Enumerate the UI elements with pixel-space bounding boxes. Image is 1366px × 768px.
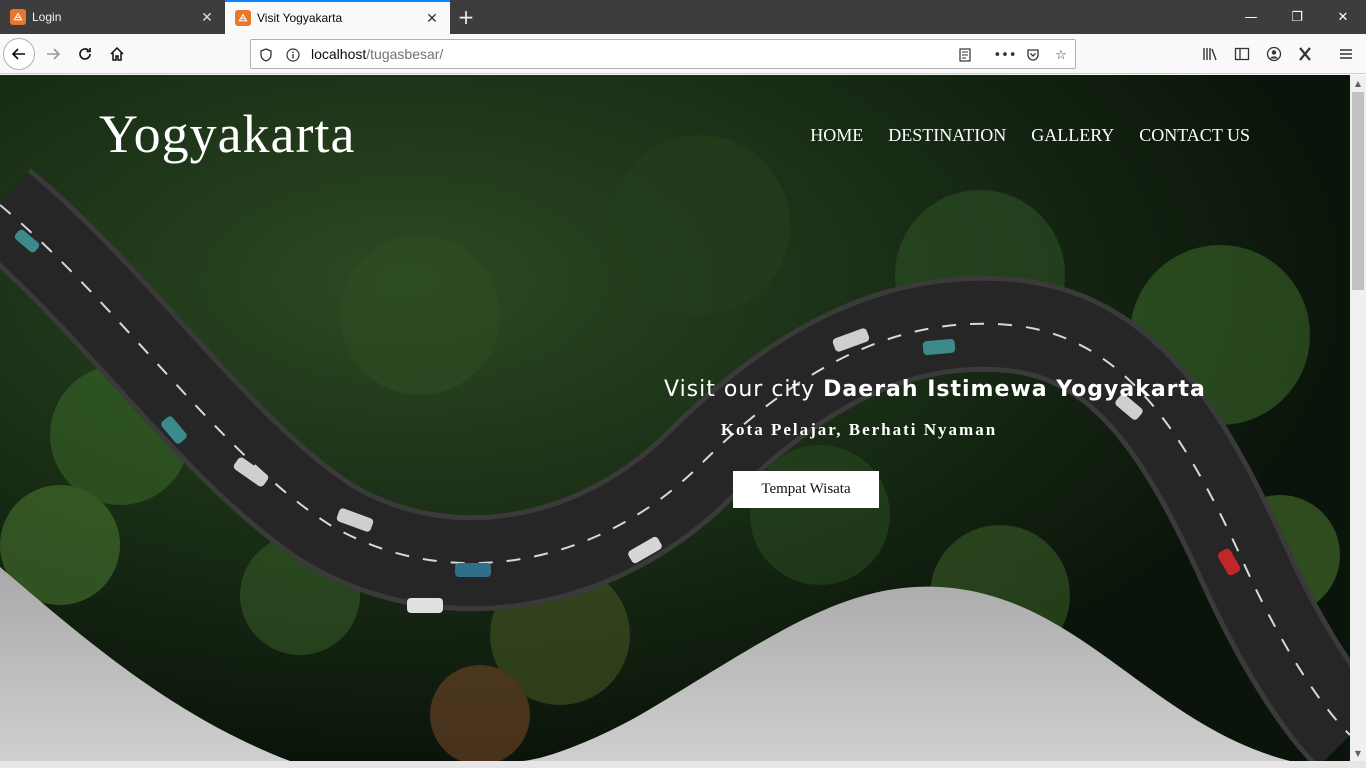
hero-heading-bold: Daerah Istimewa Yogyakarta <box>823 377 1206 402</box>
xampp-icon: ⨺ <box>10 9 26 25</box>
nav-contact-link[interactable]: CONTACT US <box>1139 125 1250 146</box>
close-window-button[interactable]: ✕ <box>1320 0 1366 34</box>
home-button[interactable] <box>101 38 133 70</box>
url-path: /tugasbesar/ <box>366 46 444 62</box>
hero-subheading: Kota Pelajar, Berhati Nyaman <box>720 420 998 439</box>
navigation-toolbar: localhost/tugasbesar/ ••• ☆ <box>0 34 1366 74</box>
window-bottom-edge <box>0 761 1366 768</box>
home-icon <box>110 46 124 61</box>
new-tab-button[interactable]: + <box>454 5 478 29</box>
restore-button[interactable]: ❐ <box>1274 0 1320 34</box>
sidebar-icon[interactable] <box>1230 42 1254 66</box>
info-icon[interactable] <box>283 45 303 65</box>
page-viewport: Yogyakarta HOME DESTINATION GALLERY CONT… <box>0 75 1350 761</box>
nav-destination-link[interactable]: DESTINATION <box>888 125 1006 146</box>
tab-title: Visit Yogyakarta <box>257 11 343 25</box>
back-button[interactable] <box>3 38 35 70</box>
library-icon[interactable] <box>1198 42 1222 66</box>
extension-x-icon[interactable] <box>1293 42 1317 66</box>
url-host: localhost <box>311 46 367 62</box>
menu-icon[interactable] <box>1334 42 1358 66</box>
pocket-icon[interactable] <box>1023 45 1043 65</box>
tab-strip: ⨺ Login ✕ ⨺ Visit Yogyakarta ✕ + — ❐ ✕ <box>0 0 1366 34</box>
minimize-button[interactable]: — <box>1228 0 1274 34</box>
reader-view-icon[interactable] <box>955 45 975 65</box>
shield-icon[interactable] <box>256 45 276 65</box>
site-nav: HOME DESTINATION GALLERY CONTACT US <box>810 125 1250 146</box>
hero-heading: Visit our city Daerah Istimewa Yogyakart… <box>664 377 1205 402</box>
page-scrollbar[interactable]: ▲ ▼ <box>1350 75 1366 761</box>
hero-heading-prefix: Visit our city <box>664 377 824 402</box>
forward-button[interactable] <box>37 38 69 70</box>
reload-button[interactable] <box>69 38 101 70</box>
tempat-wisata-button[interactable]: Tempat Wisata <box>733 471 879 508</box>
nav-gallery-link[interactable]: GALLERY <box>1031 125 1114 146</box>
account-icon[interactable] <box>1262 42 1286 66</box>
scrollbar-thumb[interactable] <box>1352 92 1364 290</box>
page-actions-icon[interactable]: ••• <box>994 45 1017 65</box>
scroll-down-icon[interactable]: ▼ <box>1350 745 1366 761</box>
tab-visit-yogyakarta[interactable]: ⨺ Visit Yogyakarta ✕ <box>225 0 450 34</box>
bookmark-star-icon[interactable]: ☆ <box>1051 45 1071 65</box>
nav-home-link[interactable]: HOME <box>810 125 863 146</box>
url-bar[interactable]: localhost/tugasbesar/ ••• ☆ <box>250 39 1076 69</box>
back-arrow-icon <box>11 48 25 60</box>
scroll-up-icon[interactable]: ▲ <box>1350 75 1366 91</box>
reload-icon <box>79 48 91 60</box>
close-tab-icon[interactable]: ✕ <box>424 10 440 26</box>
tab-login[interactable]: ⨺ Login ✕ <box>0 0 225 34</box>
hero-background-image <box>0 75 1350 761</box>
xampp-icon: ⨺ <box>235 10 251 26</box>
tab-title: Login <box>32 10 62 24</box>
close-tab-icon[interactable]: ✕ <box>199 9 215 25</box>
site-logo[interactable]: Yogyakarta <box>99 103 355 165</box>
url-text: localhost/tugasbesar/ <box>311 46 443 62</box>
forward-arrow-icon <box>47 48 61 60</box>
